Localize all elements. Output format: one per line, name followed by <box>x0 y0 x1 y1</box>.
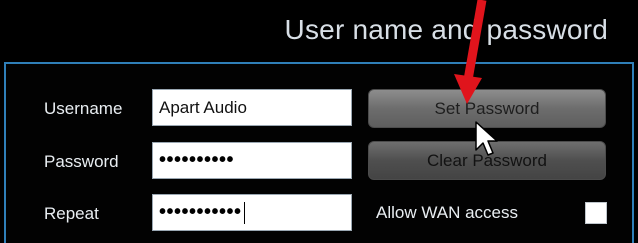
repeat-label: Repeat <box>44 204 99 223</box>
allow-wan-label: Allow WAN access <box>376 203 519 222</box>
password-label: Password <box>44 152 119 171</box>
username-field[interactable]: Apart Audio <box>152 89 352 126</box>
repeat-value: ••••••••••• <box>159 201 242 223</box>
user-password-panel: User name and password Username Apart Au… <box>0 0 638 243</box>
repeat-password-field[interactable]: ••••••••••• <box>152 194 352 231</box>
allow-wan-checkbox[interactable] <box>585 202 607 224</box>
text-caret <box>243 201 245 224</box>
panel-header: User name and password <box>0 0 638 62</box>
mouse-pointer-icon <box>475 121 498 156</box>
red-arrow-annotation <box>454 0 487 104</box>
username-label: Username <box>44 99 123 118</box>
username-value: Apart Audio <box>159 97 247 117</box>
password-value: •••••••••• <box>159 149 235 171</box>
password-field[interactable]: •••••••••• <box>152 142 352 179</box>
